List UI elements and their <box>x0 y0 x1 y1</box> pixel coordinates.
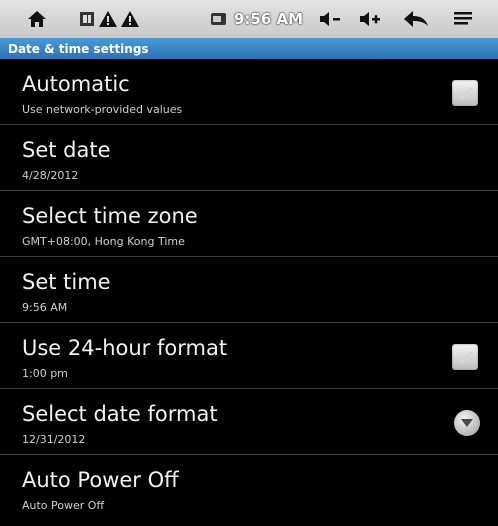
setting-24-hour[interactable]: Use 24-hour format 1:00 pm <box>0 323 498 389</box>
automatic-checkbox[interactable] <box>452 80 478 106</box>
setting-summary: GMT+08:00, Hong Kong Time <box>22 235 185 248</box>
setting-title: Use 24-hour format <box>22 336 228 360</box>
warning-icon <box>98 10 118 28</box>
24-hour-checkbox[interactable] <box>452 344 478 370</box>
volume-down-icon[interactable] <box>319 11 341 27</box>
page-title: Date & time settings <box>8 41 149 56</box>
menu-icon[interactable] <box>453 11 473 27</box>
check-icon <box>456 350 474 365</box>
status-clock: 9:56 AM <box>234 10 304 28</box>
setting-title: Automatic <box>22 72 130 96</box>
setting-automatic[interactable]: Automatic Use network-provided values <box>0 59 498 125</box>
setting-title: Set date <box>22 138 111 162</box>
back-icon[interactable] <box>403 10 429 28</box>
title-bar: Date & time settings <box>0 38 498 59</box>
setting-summary: Use network-provided values <box>22 103 183 116</box>
setting-title: Select time zone <box>22 204 198 228</box>
chevron-down-icon <box>461 419 473 427</box>
setting-title: Set time <box>22 270 111 294</box>
setting-time-zone[interactable]: Select time zone GMT+08:00, Hong Kong Ti… <box>0 191 498 257</box>
settings-list: Automatic Use network-provided values Se… <box>0 59 498 521</box>
setting-summary: Auto Power Off <box>22 499 105 512</box>
home-icon[interactable] <box>22 10 52 28</box>
volume-up-icon[interactable] <box>359 11 381 27</box>
sim-icon <box>78 10 96 28</box>
setting-summary: 9:56 AM <box>22 301 68 314</box>
android-screen: 9:56 AM Date & time settings Automatic U… <box>0 0 498 526</box>
setting-summary: 1:00 pm <box>22 367 68 380</box>
battery-icon <box>210 12 228 26</box>
status-bar: 9:56 AM <box>0 0 498 38</box>
setting-date-format[interactable]: Select date format 12/31/2012 <box>0 389 498 455</box>
setting-summary: 12/31/2012 <box>22 433 86 446</box>
warning-icon <box>120 10 140 28</box>
check-icon <box>456 86 474 101</box>
setting-title: Select date format <box>22 402 218 426</box>
setting-set-time[interactable]: Set time 9:56 AM <box>0 257 498 323</box>
setting-set-date[interactable]: Set date 4/28/2012 <box>0 125 498 191</box>
setting-summary: 4/28/2012 <box>22 169 79 182</box>
setting-auto-power-off[interactable]: Auto Power Off Auto Power Off <box>0 455 498 521</box>
date-format-dropdown[interactable] <box>454 410 480 436</box>
setting-title: Auto Power Off <box>22 468 179 492</box>
